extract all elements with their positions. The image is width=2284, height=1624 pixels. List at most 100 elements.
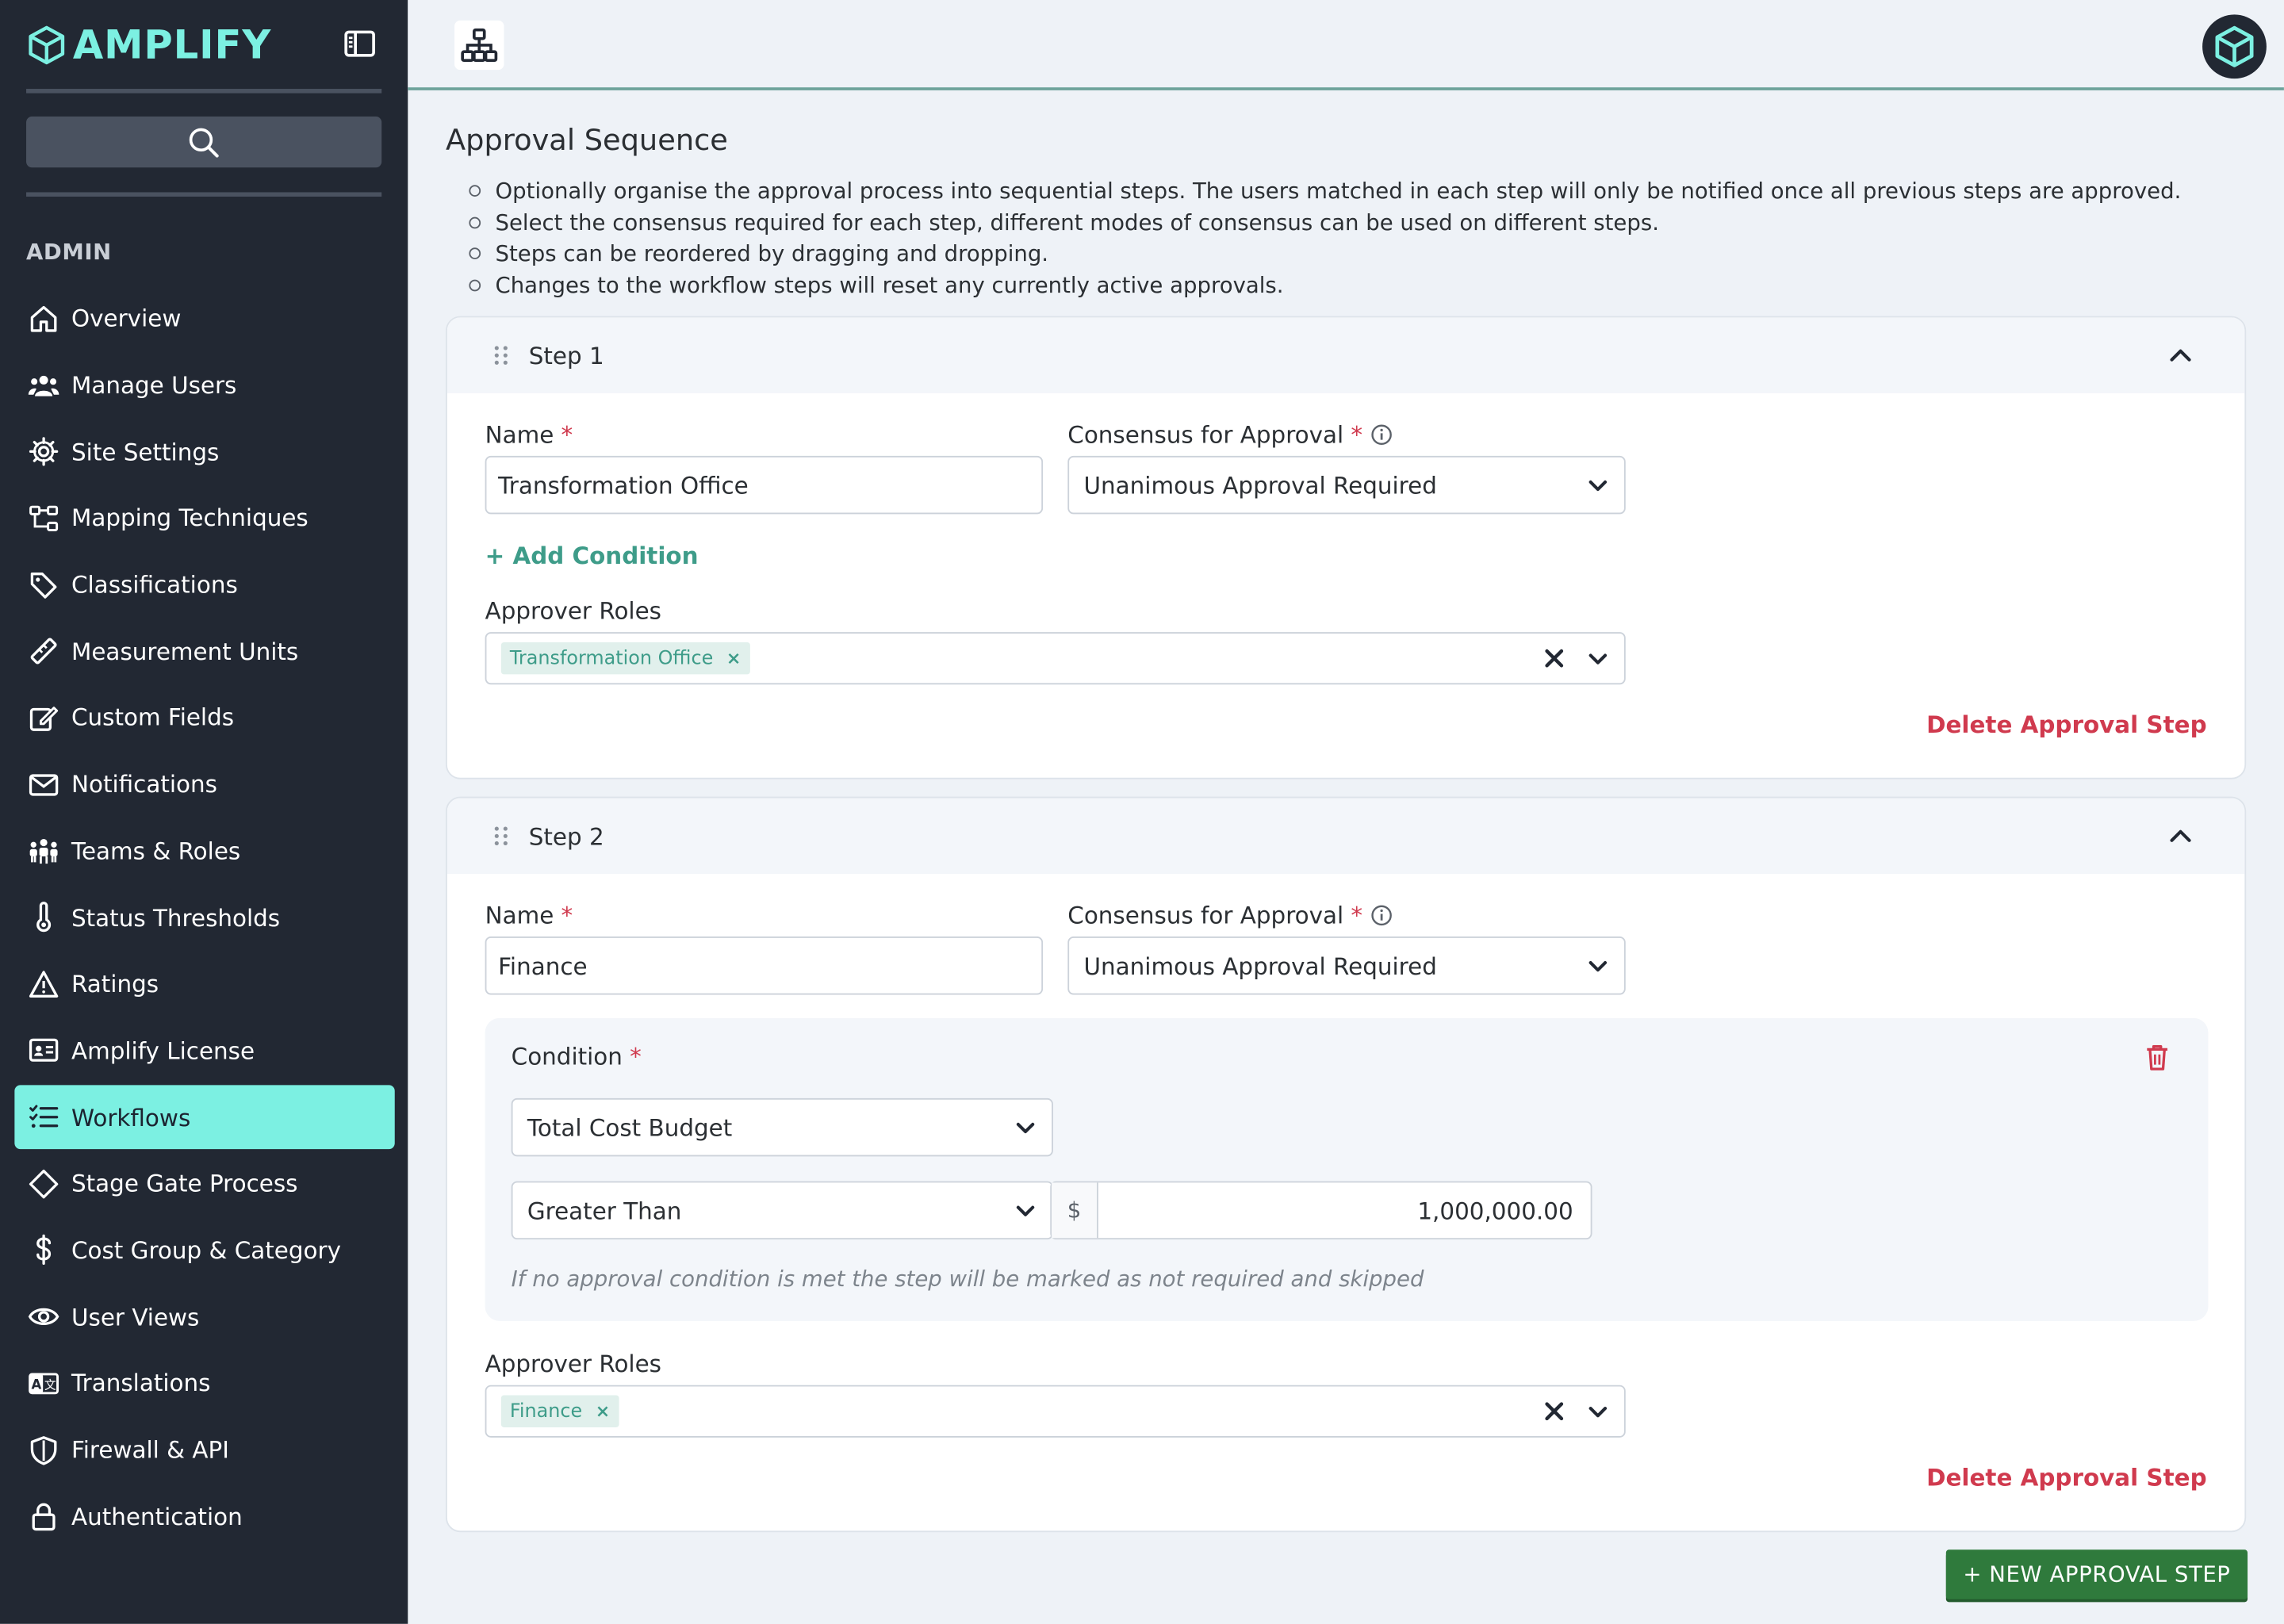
edit-icon [28,702,59,733]
required-mark: * [561,901,573,929]
topbar [408,0,2284,90]
chevron-down-icon [1588,480,1608,492]
condition-field-select[interactable]: Total Cost Budget [511,1097,1053,1157]
search-icon [189,127,219,157]
info-icon[interactable] [1371,423,1393,446]
svg-text:A: A [32,1377,42,1392]
role-tag-label: Transformation Office [509,647,714,669]
sidebar-item-classifications[interactable]: Classifications [14,553,394,616]
drag-handle-icon[interactable] [494,825,508,846]
step-header[interactable]: Step 2 [446,798,2245,875]
chevron-down-icon [1016,1122,1035,1134]
sidebar-item-ratings[interactable]: Ratings [14,952,394,1016]
sidebar-item-measurement-units[interactable]: Measurement Units [14,619,394,683]
sidebar-item-label: Custom Fields [71,703,235,732]
sidebar-item-notifications[interactable]: Notifications [14,753,394,816]
warning-icon [28,968,59,1000]
consensus-label-text: Consensus for Approval [1067,420,1344,449]
sidebar-item-label: Firewall & API [71,1436,229,1464]
info-icon[interactable] [1371,905,1393,927]
required-mark: * [1351,420,1363,449]
svg-text:文: 文 [44,1378,56,1392]
sidebar-item-manage-users[interactable]: Manage Users [14,354,394,417]
sidebar-item-amplify-license[interactable]: Amplify License [14,1019,394,1082]
users-icon [28,370,59,401]
instructions-list: Optionally organise the approval process… [469,174,2181,301]
sidebar-item-user-views[interactable]: User Views [14,1285,394,1349]
cube-icon [2215,25,2254,67]
chevron-down-icon [1588,653,1608,665]
consensus-label: Consensus for Approval * [1067,902,1393,929]
sidebar-item-authentication[interactable]: Authentication [14,1484,394,1548]
sidebar-item-firewall-api[interactable]: Firewall & API [14,1418,394,1481]
clear-icon[interactable] [1542,1400,1565,1423]
sidebar-item-mapping-techniques[interactable]: Mapping Techniques [14,487,394,550]
name-label-text: Name [485,901,554,929]
avatar[interactable] [2202,14,2267,79]
name-label: Name * [485,902,573,929]
add-condition-link[interactable]: + Add Condition [485,542,699,569]
delete-step-button[interactable]: Delete Approval Step [1926,1464,2207,1492]
step-name-input[interactable]: Transformation Office [485,455,1044,515]
sidebar: AMPLIFY ADMIN Overview Manage Users Site S… [0,0,408,1624]
approver-roles-select[interactable]: Transformation Office × [485,632,1626,685]
app-root: AMPLIFY ADMIN Overview Manage Users Site S… [0,0,2284,1624]
list-item: Select the consensus required for each s… [469,206,2181,238]
approver-roles-select[interactable]: Finance × [485,1385,1626,1438]
consensus-select[interactable]: Unanimous Approval Required [1067,936,1626,995]
step-header[interactable]: Step 1 [446,317,2245,393]
home-icon [28,303,59,335]
list-item: Optionally organise the approval process… [469,174,2181,206]
sidebar-item-label: Teams & Roles [71,837,241,865]
sidebar-item-teams-roles[interactable]: Teams & Roles [14,819,394,883]
required-mark: * [561,420,573,449]
sidebar-item-status-thresholds[interactable]: Status Thresholds [14,886,394,949]
consensus-select[interactable]: Unanimous Approval Required [1067,455,1626,515]
sidebar-toggle-icon[interactable] [343,29,375,59]
sidebar-item-cost-group-category[interactable]: Cost Group & Category [14,1219,394,1282]
sidebar-item-stage-gate-process[interactable]: Stage Gate Process [14,1152,394,1216]
condition-operator-select[interactable]: Greater Than [511,1181,1053,1240]
drag-handle-icon[interactable] [494,345,508,366]
section-title: Approval Sequence [446,122,728,158]
consensus-value: Unanimous Approval Required [1083,952,1437,980]
sidebar-item-translations[interactable]: A 文 Translations [14,1351,394,1415]
approval-step-card: Step 1 Name * Transformation Office Cons… [446,316,2247,779]
search-button[interactable] [26,116,382,168]
approver-roles-label: Approver Roles [485,597,661,625]
remove-tag-button[interactable]: × [726,648,741,668]
condition-operator-value: Greater Than [527,1196,682,1224]
condition-amount-input[interactable]: 1,000,000.00 [1098,1182,1591,1238]
remove-tag-button[interactable]: × [596,1401,610,1422]
sidebar-item-label: Classifications [71,571,238,599]
clear-icon[interactable] [1542,646,1565,669]
new-approval-step-button[interactable]: + NEW APPROVAL STEP [1945,1549,2248,1599]
delete-step-button[interactable]: Delete Approval Step [1926,710,2207,738]
sidebar-item-site-settings[interactable]: Site Settings [14,420,394,484]
sidebar-item-label: Authentication [71,1502,243,1530]
cube-logo-icon [29,25,65,65]
sidebar-item-label: Notifications [71,770,217,799]
sidebar-item-label: Overview [71,304,182,333]
consensus-value: Unanimous Approval Required [1083,471,1437,500]
sidebar-item-workflows[interactable]: Workflows [14,1085,395,1150]
currency-symbol: $ [1052,1182,1098,1239]
app-name: AMPLIFY [72,22,272,68]
chevron-down-icon [1588,1407,1608,1418]
chevron-down-icon [1016,1205,1035,1216]
sidebar-item-label: Measurement Units [71,638,299,665]
trash-icon[interactable] [2144,1043,2171,1072]
sidebar-item-custom-fields[interactable]: Custom Fields [14,686,394,749]
dollar-icon [28,1235,59,1266]
sidebar-item-label: Stage Gate Process [71,1170,298,1198]
condition-panel: Condition * Total Cost Budget Greater Th… [485,1017,2209,1321]
sidebar-item-overview[interactable]: Overview [14,287,394,350]
chevron-up-icon[interactable] [2166,341,2195,370]
list-check-icon [28,1101,59,1133]
step-name-input[interactable]: Finance [485,936,1044,995]
sitemap-button[interactable] [454,20,504,71]
hierarchy-icon [28,502,59,534]
sidebar-item-label: Status Thresholds [71,903,281,932]
chevron-up-icon[interactable] [2166,822,2195,851]
consensus-label: Consensus for Approval * [1067,421,1393,449]
